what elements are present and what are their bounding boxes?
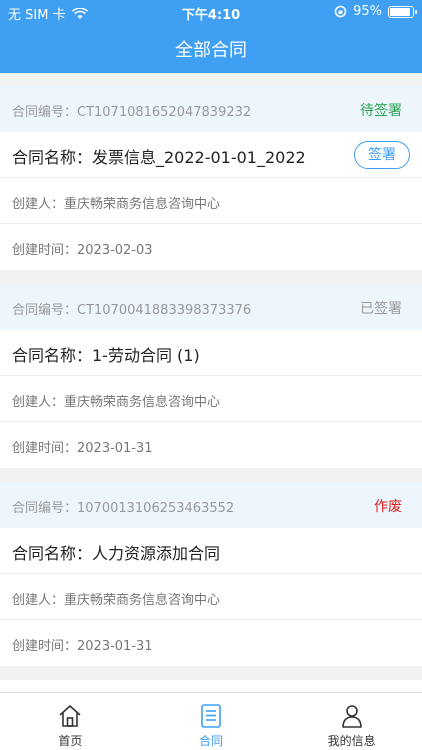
tab-home-label: 首页 bbox=[58, 734, 83, 748]
contract-name-row: 合同名称：发票信息_2022-01-01_2022 签署 bbox=[0, 132, 422, 178]
status-badge: 作废 bbox=[374, 499, 402, 515]
contract-creator: 创建人：重庆畅荣商务信息咨询中心 bbox=[12, 197, 221, 212]
contract-card-header: 合同编号：CT1071081652047839232 待签署 bbox=[0, 86, 422, 132]
contract-creator: 创建人：重庆畅荣商务信息咨询中心 bbox=[12, 395, 221, 410]
orientation-lock-icon bbox=[334, 5, 347, 18]
contract-number: 合同编号：1070013106253463552 bbox=[12, 501, 235, 516]
status-badge: 待签署 bbox=[360, 103, 402, 119]
contract-list: 合同编号：CT1071081652047839232 待签署 合同名称：发票信息… bbox=[0, 86, 422, 714]
created-time-row: 创建时间：2023-01-31 bbox=[0, 620, 422, 666]
home-icon bbox=[59, 705, 81, 727]
contract-name-row: 合同名称：人力资源添加合同 bbox=[0, 528, 422, 574]
creator-row: 创建人：重庆畅荣商务信息咨询中心 bbox=[0, 178, 422, 224]
page-title: 全部合同 bbox=[175, 40, 247, 61]
sign-button[interactable]: 签署 bbox=[354, 141, 410, 169]
battery-icon bbox=[388, 5, 417, 18]
tab-my-info[interactable]: 我的信息 bbox=[281, 693, 422, 750]
status-bar: 无 SIM 卡 下午4:10 95% bbox=[0, 0, 422, 24]
tab-bar: 首页 合同 我的信息 bbox=[0, 692, 422, 750]
creator-row: 创建人：重庆畅荣商务信息咨询中心 bbox=[0, 574, 422, 620]
contract-card[interactable]: 合同编号：CT1070041883398373376 已签署 合同名称：1-劳动… bbox=[0, 284, 422, 468]
user-icon bbox=[341, 705, 362, 728]
contract-card-header: 合同编号：1070013106253463552 作废 bbox=[0, 482, 422, 528]
status-badge: 已签署 bbox=[360, 301, 402, 317]
contract-card-header: 合同编号：CT1070041883398373376 已签署 bbox=[0, 284, 422, 330]
battery-percent: 95% bbox=[353, 4, 382, 19]
contract-number: 合同编号：CT1070041883398373376 bbox=[12, 303, 252, 318]
document-icon bbox=[201, 704, 221, 728]
contract-created-time: 创建时间：2023-01-31 bbox=[12, 639, 153, 654]
created-time-row: 创建时间：2023-02-03 bbox=[0, 224, 422, 270]
contract-name: 合同名称：发票信息_2022-01-01_2022 bbox=[12, 148, 306, 167]
contract-card[interactable]: 合同编号：1070013106253463552 作废 合同名称：人力资源添加合… bbox=[0, 482, 422, 666]
contract-created-time: 创建时间：2023-01-31 bbox=[12, 441, 153, 456]
contract-number: 合同编号：CT1071081652047839232 bbox=[12, 105, 252, 120]
created-time-row: 创建时间：2023-01-31 bbox=[0, 422, 422, 468]
contract-created-time: 创建时间：2023-02-03 bbox=[12, 243, 153, 258]
creator-row: 创建人：重庆畅荣商务信息咨询中心 bbox=[0, 376, 422, 422]
contract-creator: 创建人：重庆畅荣商务信息咨询中心 bbox=[12, 593, 221, 608]
contract-name: 合同名称：人力资源添加合同 bbox=[12, 544, 221, 563]
tab-home[interactable]: 首页 bbox=[0, 693, 141, 750]
tab-contracts[interactable]: 合同 bbox=[141, 693, 282, 750]
header: 无 SIM 卡 下午4:10 95% 全部合同 bbox=[0, 0, 422, 73]
contract-name-row: 合同名称：1-劳动合同 (1) bbox=[0, 330, 422, 376]
contract-card[interactable]: 合同编号：CT1071081652047839232 待签署 合同名称：发票信息… bbox=[0, 86, 422, 270]
tab-my-info-label: 我的信息 bbox=[327, 734, 376, 748]
tab-contracts-label: 合同 bbox=[199, 734, 224, 748]
contract-name: 合同名称：1-劳动合同 (1) bbox=[12, 346, 200, 365]
